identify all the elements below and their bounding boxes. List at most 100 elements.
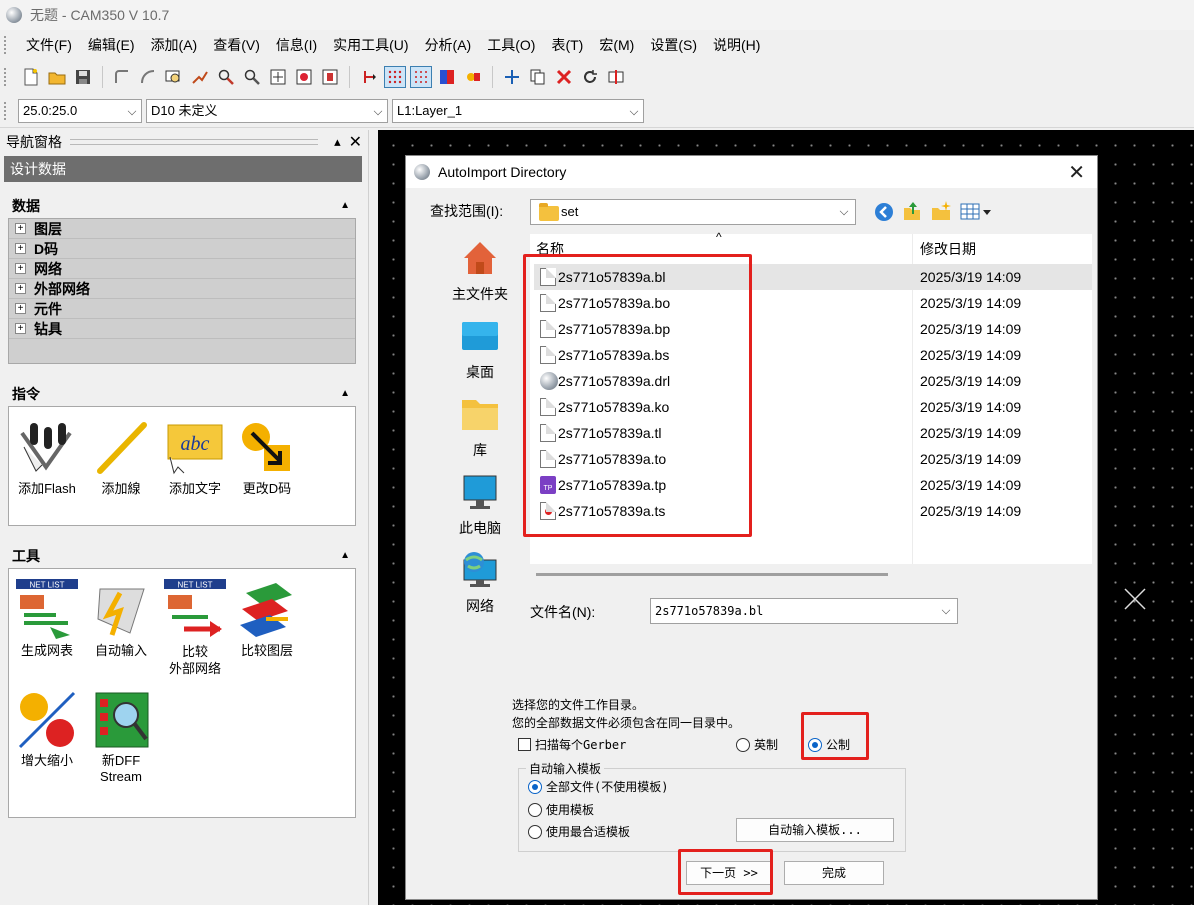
- menu-edit[interactable]: 编辑(E): [80, 33, 143, 57]
- menu-settings[interactable]: 设置(S): [642, 33, 705, 57]
- compare-external-nets-button[interactable]: NET LIST 比较 外部网络: [159, 579, 231, 677]
- dcode-combo-value: D10 未定义: [151, 102, 218, 118]
- mirror-icon[interactable]: [605, 66, 627, 88]
- compare-layers-button[interactable]: 比较图层: [231, 579, 303, 659]
- menu-utilities[interactable]: 实用工具(U): [325, 33, 416, 57]
- tools-section-title[interactable]: 工具 ▲: [8, 544, 356, 568]
- menu-analysis[interactable]: 分析(A): [417, 33, 480, 57]
- zoom-prev-icon[interactable]: [319, 66, 341, 88]
- place-home[interactable]: 主文件夹: [430, 238, 530, 304]
- back-icon[interactable]: [874, 202, 894, 222]
- add-flash-button[interactable]: 添加Flash: [11, 417, 83, 497]
- menu-view[interactable]: 查看(V): [205, 33, 268, 57]
- tree-item-dcodes[interactable]: + D码: [9, 239, 355, 259]
- save-icon[interactable]: [72, 66, 94, 88]
- data-section-title[interactable]: 数据 ▲: [8, 194, 356, 218]
- place-network[interactable]: 网络: [430, 550, 530, 616]
- display-icon[interactable]: [462, 66, 484, 88]
- commands-section: 指令 ▲ 添加Flash 添加線 abc 添加文字 更改D码: [8, 382, 356, 526]
- file-date: 2025/3/19 14:09: [920, 347, 1022, 363]
- new-folder-icon[interactable]: [930, 200, 952, 222]
- layer-color-icon[interactable]: [436, 66, 458, 88]
- pin-icon[interactable]: ▴: [334, 134, 341, 150]
- menu-tools[interactable]: 工具(O): [479, 33, 543, 57]
- zoom-in-icon[interactable]: [215, 66, 237, 88]
- close-icon[interactable]: ✕: [1068, 160, 1085, 185]
- delete-icon[interactable]: [553, 66, 575, 88]
- collapse-icon[interactable]: ▲: [340, 382, 350, 406]
- menu-file[interactable]: 文件(F): [18, 33, 80, 57]
- tree-item-tools[interactable]: + 钻具: [9, 319, 355, 339]
- open-folder-icon[interactable]: [46, 66, 68, 88]
- generate-netlist-button[interactable]: NET LIST 生成网表: [11, 579, 83, 659]
- redraw-icon[interactable]: [163, 66, 185, 88]
- scan-gerber-checkbox[interactable]: 扫描每个Gerber: [518, 736, 626, 753]
- grid-dots-icon[interactable]: [410, 66, 432, 88]
- file-date: 2025/3/19 14:09: [920, 451, 1022, 467]
- expand-icon[interactable]: +: [15, 263, 26, 274]
- zoom-all-icon[interactable]: [293, 66, 315, 88]
- close-icon[interactable]: ✕: [349, 132, 362, 152]
- file-date: 2025/3/19 14:09: [920, 399, 1022, 415]
- snap-icon[interactable]: [358, 66, 380, 88]
- file-date: 2025/3/19 14:09: [920, 321, 1022, 337]
- new-dff-stream-button[interactable]: 新DFF Stream: [85, 689, 157, 785]
- view-menu-icon[interactable]: [960, 202, 994, 222]
- dcode-combo[interactable]: D10 未定义: [146, 98, 388, 123]
- expand-icon[interactable]: +: [15, 243, 26, 254]
- new-file-icon[interactable]: [20, 66, 42, 88]
- menu-info[interactable]: 信息(I): [268, 33, 325, 57]
- layer-combo[interactable]: L1:Layer_1: [392, 98, 644, 123]
- collapse-icon[interactable]: ▲: [340, 544, 350, 568]
- arc-icon[interactable]: [111, 66, 133, 88]
- combo-bar: 25.0:25.0 D10 未定义 L1:Layer_1: [0, 94, 1194, 128]
- place-library[interactable]: 库: [430, 394, 530, 460]
- change-dcode-button[interactable]: 更改D码: [231, 417, 303, 497]
- column-date[interactable]: 修改日期: [920, 234, 976, 264]
- arc2-icon[interactable]: [137, 66, 159, 88]
- menu-help[interactable]: 说明(H): [705, 33, 768, 57]
- copy-icon[interactable]: [527, 66, 549, 88]
- rotate-icon[interactable]: [579, 66, 601, 88]
- finish-button[interactable]: 完成: [784, 861, 884, 885]
- filename-input[interactable]: 2s771o57839a.bl: [650, 598, 958, 624]
- tree-item-nets[interactable]: + 网络: [9, 259, 355, 279]
- commands-section-title[interactable]: 指令 ▲: [8, 382, 356, 406]
- file-date: 2025/3/19 14:09: [920, 477, 1022, 493]
- expand-icon[interactable]: +: [15, 323, 26, 334]
- collapse-icon[interactable]: ▲: [340, 194, 350, 218]
- move-icon[interactable]: [501, 66, 523, 88]
- grow-shrink-button[interactable]: 增大缩小: [11, 689, 83, 769]
- menu-tables[interactable]: 表(T): [543, 33, 591, 57]
- expand-icon[interactable]: +: [15, 283, 26, 294]
- grid-combo[interactable]: 25.0:25.0: [18, 98, 142, 123]
- horizontal-scrollbar[interactable]: [536, 573, 888, 576]
- add-line-button[interactable]: 添加線: [85, 417, 157, 497]
- auto-import-template-button[interactable]: 自动输入模板...: [736, 818, 894, 842]
- design-data-bar[interactable]: 设计数据: [4, 156, 362, 182]
- pane-splitter[interactable]: [368, 130, 378, 905]
- tree-item-layers[interactable]: + 图层: [9, 219, 355, 239]
- zoom-window-icon[interactable]: [267, 66, 289, 88]
- grid-icon[interactable]: [384, 66, 406, 88]
- expand-icon[interactable]: +: [15, 303, 26, 314]
- tree-item-components[interactable]: + 元件: [9, 299, 355, 319]
- up-folder-icon[interactable]: [902, 200, 922, 222]
- template-all-files-radio[interactable]: 全部文件(不使用模板): [528, 778, 668, 795]
- zoom-out-icon[interactable]: [241, 66, 263, 88]
- tree-item-external-nets[interactable]: + 外部网络: [9, 279, 355, 299]
- add-text-button[interactable]: abc 添加文字: [159, 417, 231, 497]
- place-this-pc[interactable]: 此电脑: [430, 472, 530, 538]
- menu-add[interactable]: 添加(A): [143, 33, 206, 57]
- look-in-combo[interactable]: set: [530, 199, 856, 225]
- place-desktop[interactable]: 桌面: [430, 316, 530, 382]
- highlight-metric: [801, 712, 869, 760]
- menu-macro[interactable]: 宏(M): [591, 33, 642, 57]
- template-use-radio[interactable]: 使用模板: [528, 801, 594, 818]
- english-radio[interactable]: 英制: [736, 736, 778, 753]
- template-best-fit-radio[interactable]: 使用最合适模板: [528, 823, 630, 840]
- auto-import-button[interactable]: 自动输入: [85, 579, 157, 659]
- expand-icon[interactable]: +: [15, 223, 26, 234]
- tools-section: 工具 ▲ NET LIST 生成网表 自动输入 NET LIST 比较 外部网络 比…: [8, 544, 356, 818]
- pan-icon[interactable]: [189, 66, 211, 88]
